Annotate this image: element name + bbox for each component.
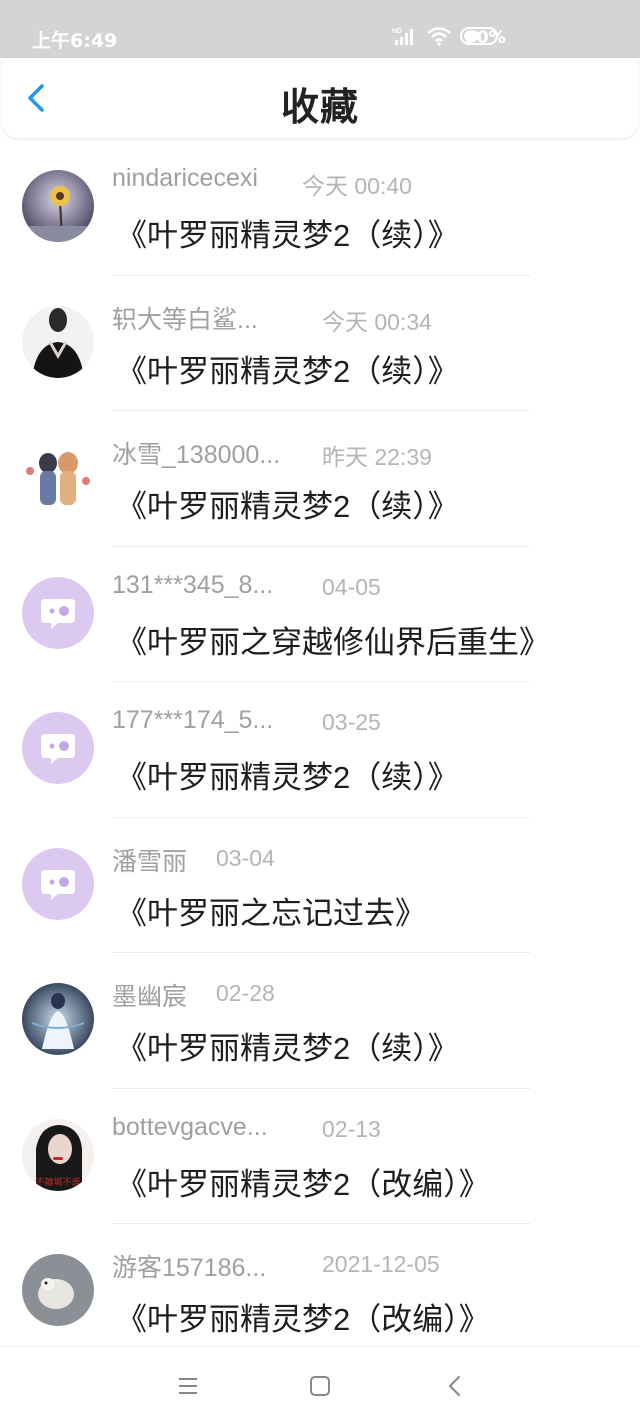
timestamp: 03-04 bbox=[216, 844, 275, 871]
timestamp: 今天 00:34 bbox=[322, 308, 432, 335]
username: 轵大等白鲨... bbox=[112, 305, 258, 334]
home-square-icon bbox=[310, 1376, 330, 1396]
book-title: 《叶罗丽精灵梦2（续）》 bbox=[116, 489, 459, 524]
timestamp: 04-05 bbox=[322, 573, 381, 600]
username: 游客157186... bbox=[112, 1254, 267, 1282]
avatar: 不離城不遥 bbox=[22, 1118, 94, 1191]
book-title: 《叶罗丽精灵梦2（续）》 bbox=[116, 1031, 459, 1066]
default-chat-avatar-icon bbox=[22, 847, 94, 920]
header: 收藏 bbox=[2, 58, 638, 138]
avatar bbox=[22, 305, 94, 378]
username: 墨幽宸 bbox=[112, 983, 188, 1011]
book-title: 《叶罗丽之忘记过去》 bbox=[116, 895, 426, 931]
timestamp: 02-13 bbox=[322, 1115, 381, 1142]
avatar-text: 不離城不遥 bbox=[35, 1176, 80, 1188]
system-nav-bar bbox=[0, 1346, 640, 1422]
avatar bbox=[22, 847, 94, 920]
default-chat-avatar-icon bbox=[22, 712, 94, 784]
timestamp: 昨天 22:39 bbox=[322, 444, 432, 470]
book-title: 《叶罗丽精灵梦2（改编）》 bbox=[116, 1302, 490, 1337]
status-time: 上午6:49 bbox=[32, 30, 118, 52]
list-item[interactable]: 不離城不遥 bottevgacve... 02-13 《叶罗丽精灵梦2（改编）》 bbox=[0, 1089, 640, 1224]
avatar bbox=[22, 170, 94, 242]
signal-icon: HD bbox=[392, 28, 413, 45]
menu-button[interactable] bbox=[173, 1371, 203, 1401]
page-title: 收藏 bbox=[280, 85, 359, 129]
book-title: 《叶罗丽精灵梦2（续）》 bbox=[116, 353, 459, 389]
book-title: 《叶罗丽之穿越修仙界后重生》 bbox=[116, 624, 550, 660]
username: bottevgacve... bbox=[112, 1112, 268, 1141]
timestamp: 03-25 bbox=[322, 709, 381, 735]
back-triangle-icon bbox=[449, 1376, 460, 1396]
username: 131***345_8... bbox=[112, 570, 274, 599]
avatar bbox=[22, 1254, 94, 1326]
username: 潘雪丽 bbox=[112, 847, 188, 876]
timestamp: 02-28 bbox=[216, 980, 275, 1006]
list-item[interactable]: 墨幽宸 02-28 《叶罗丽精灵梦2（续）》 bbox=[0, 953, 640, 1089]
list-item[interactable]: 轵大等白鲨... 今天 00:34 《叶罗丽精灵梦2（续）》 bbox=[0, 276, 640, 411]
timestamp: 2021-12-05 bbox=[322, 1251, 440, 1277]
list-item[interactable]: 131***345_8... 04-05 《叶罗丽之穿越修仙界后重生》 bbox=[0, 547, 640, 682]
avatar bbox=[22, 576, 94, 649]
username: nindaricecexi bbox=[112, 164, 258, 192]
menu-icon bbox=[179, 1378, 197, 1394]
avatar bbox=[22, 983, 94, 1055]
system-back-button[interactable] bbox=[440, 1371, 470, 1401]
book-title: 《叶罗丽精灵梦2（续）》 bbox=[116, 760, 459, 795]
favorites-list: nindaricecexi 今天 00:40 《叶罗丽精灵梦2（续）》 轵大等白… bbox=[0, 140, 640, 1360]
username: 177***174_5... bbox=[112, 706, 274, 734]
list-item[interactable]: 游客157186... 2021-12-05 《叶罗丽精灵梦2（改编）》 bbox=[0, 1224, 640, 1360]
status-bar: 上午6:49 HD 50% bbox=[0, 0, 640, 58]
list-item[interactable]: 冰雪_138000... 昨天 22:39 《叶罗丽精灵梦2（续）》 bbox=[0, 411, 640, 547]
book-title: 《叶罗丽精灵梦2（改编）》 bbox=[116, 1166, 490, 1202]
default-chat-avatar-icon bbox=[22, 576, 94, 649]
svg-text:HD: HD bbox=[392, 28, 402, 35]
list-item[interactable]: nindaricecexi 今天 00:40 《叶罗丽精灵梦2（续）》 bbox=[0, 140, 640, 276]
avatar bbox=[22, 441, 94, 513]
home-button[interactable] bbox=[305, 1371, 335, 1401]
list-item[interactable]: 潘雪丽 03-04 《叶罗丽之忘记过去》 bbox=[0, 818, 640, 953]
avatar bbox=[22, 712, 94, 784]
timestamp: 今天 00:40 bbox=[302, 173, 412, 199]
list-item[interactable]: 177***174_5... 03-25 《叶罗丽精灵梦2（续）》 bbox=[0, 682, 640, 818]
book-title: 《叶罗丽精灵梦2（续）》 bbox=[116, 218, 459, 253]
battery-percent: 50% bbox=[465, 28, 506, 48]
username: 冰雪_138000... bbox=[112, 441, 281, 469]
wifi-icon bbox=[427, 27, 451, 46]
